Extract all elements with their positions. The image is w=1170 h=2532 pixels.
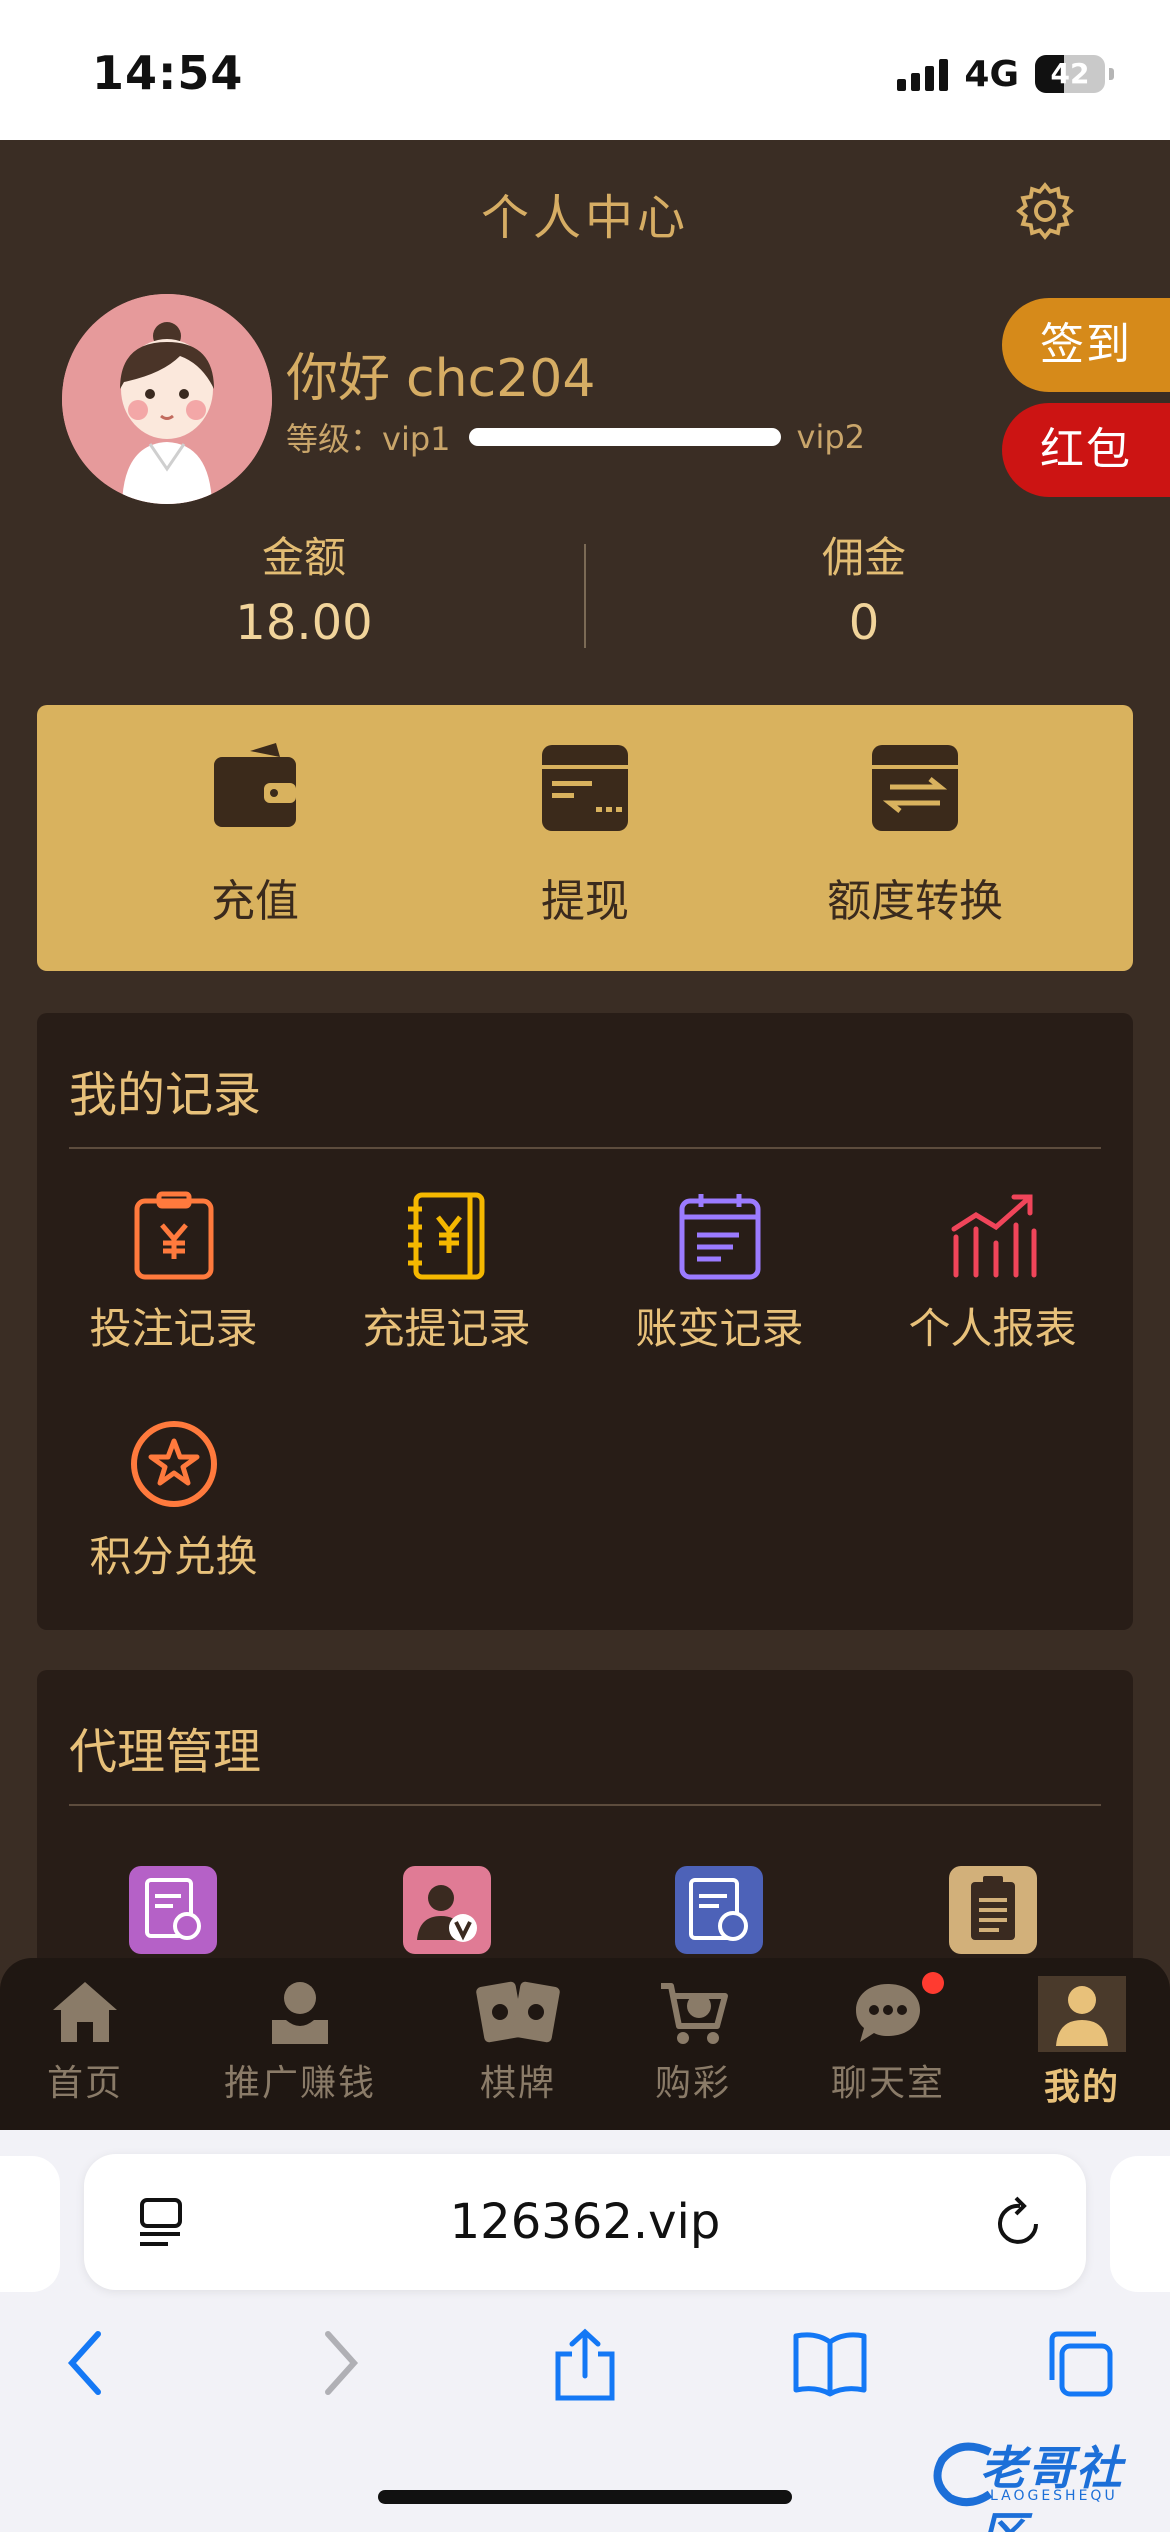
star-circle-icon xyxy=(130,1421,217,1507)
battery-level: 42 xyxy=(1050,57,1090,90)
battery-tip xyxy=(1109,68,1114,80)
home-indicator xyxy=(378,2490,792,2504)
record-label: 充提记录 xyxy=(362,1304,531,1353)
record-account-changes[interactable]: 账变记录 xyxy=(583,1191,856,1356)
forward-icon[interactable] xyxy=(320,2328,360,2398)
transfer-icon xyxy=(872,745,958,831)
share-icon[interactable] xyxy=(550,2328,620,2402)
tab-mine[interactable]: 我的 xyxy=(1022,1958,1142,2130)
record-bet-history[interactable]: 投注记录 xyxy=(37,1191,310,1356)
tabs-icon[interactable] xyxy=(1044,2328,1114,2398)
tab-home[interactable]: 首页 xyxy=(25,1958,145,2130)
record-label: 账变记录 xyxy=(635,1304,804,1353)
stat-value: 0 xyxy=(848,595,880,651)
wallet-icon xyxy=(214,743,296,827)
bottom-tab-bar: 首页 推广赚钱 棋牌 购彩 聊天室 我的 xyxy=(0,1958,1170,2130)
address-bar[interactable]: 126362.vip xyxy=(84,2154,1086,2290)
money-doc-icon[interactable] xyxy=(675,1866,763,1954)
vip-level: 等级：vip1 vip2 xyxy=(286,414,865,460)
tab-label: 我的 xyxy=(1043,2067,1120,2108)
tab-label: 聊天室 xyxy=(830,2063,945,2104)
stat-balance[interactable]: 金额 18.00 xyxy=(154,524,454,651)
username: chc204 xyxy=(406,349,596,409)
promote-icon xyxy=(272,1982,328,2044)
greeting-text: 你好 xyxy=(286,349,391,409)
stat-commission[interactable]: 佣金 0 xyxy=(714,524,1014,651)
record-personal-report[interactable]: 个人报表 xyxy=(856,1191,1129,1356)
greeting: 你好 chc204 xyxy=(286,336,595,411)
back-icon[interactable] xyxy=(66,2328,106,2398)
records-title: 我的记录 xyxy=(69,1067,262,1123)
divider xyxy=(69,1804,1101,1806)
tab-label: 棋牌 xyxy=(479,2063,556,2104)
signal-icon xyxy=(897,57,949,91)
tab-label: 推广赚钱 xyxy=(223,2063,376,2104)
record-label: 个人报表 xyxy=(908,1304,1077,1353)
vip-user-icon[interactable] xyxy=(403,1866,491,1954)
level-label: 等级：vip1 xyxy=(286,420,451,458)
calendar-list-icon xyxy=(679,1194,760,1280)
avatar[interactable] xyxy=(62,294,272,504)
quick-action-withdraw[interactable]: 提现 xyxy=(435,705,735,971)
tab-label: 首页 xyxy=(46,2063,123,2104)
quick-actions: 充值 提现 额度转换 xyxy=(37,705,1133,971)
stat-label: 金额 xyxy=(261,533,346,582)
bookmarks-icon[interactable] xyxy=(792,2328,868,2398)
tab-chatroom[interactable]: 聊天室 xyxy=(818,1958,958,2130)
chat-notification-dot xyxy=(922,1972,944,1994)
avatar-illustration xyxy=(62,294,272,504)
status-time: 14:54 xyxy=(92,46,244,100)
quick-action-label: 提现 xyxy=(541,876,629,927)
tab-promote[interactable]: 推广赚钱 xyxy=(210,1958,390,2130)
record-deposit-withdraw[interactable]: 充提记录 xyxy=(310,1191,583,1356)
network-type: 4G xyxy=(964,53,1019,95)
next-level-label: vip2 xyxy=(796,418,866,456)
battery-icon: 42 xyxy=(1035,55,1105,93)
records-card: 我的记录 投注记录 充提记录 账变记录 个人报表 积分兑换 xyxy=(37,1013,1133,1630)
stat-label: 佣金 xyxy=(821,533,906,582)
quick-action-label: 充值 xyxy=(211,876,299,927)
notebook-yen-icon xyxy=(407,1192,484,1280)
cards-icon xyxy=(476,1981,560,2043)
quick-action-transfer[interactable]: 额度转换 xyxy=(765,705,1065,971)
record-label: 积分兑换 xyxy=(89,1532,258,1581)
agent-title: 代理管理 xyxy=(69,1724,262,1780)
stats-divider xyxy=(584,544,586,648)
watermark-text: 老哥社区 xyxy=(980,2441,1124,2532)
previous-tab-card[interactable] xyxy=(0,2156,60,2292)
watermark-logo: 老哥社区 LAOGESHEQU xyxy=(930,2430,1150,2532)
report-doc-icon[interactable] xyxy=(949,1866,1037,1954)
status-bar: 14:54 4G 42 xyxy=(0,0,1170,140)
agent-card-icon[interactable] xyxy=(129,1866,217,1954)
record-points-exchange[interactable]: 积分兑换 xyxy=(37,1419,310,1584)
red-packet-button[interactable]: 红包 xyxy=(1002,403,1170,497)
page-title: 个人中心 xyxy=(480,190,689,246)
app-screen: 个人中心 你好 chc204 等级：vip1 vip2 签到 红包 金额 18.… xyxy=(0,140,1170,2130)
divider xyxy=(69,1147,1101,1149)
tab-label: 购彩 xyxy=(654,2063,731,2104)
next-tab-card[interactable] xyxy=(1110,2156,1170,2292)
cart-icon xyxy=(661,1983,728,2044)
gear-icon[interactable] xyxy=(1014,180,1076,242)
quick-action-label: 额度转换 xyxy=(827,876,1003,927)
home-icon xyxy=(53,1982,117,2042)
record-label: 投注记录 xyxy=(89,1304,258,1353)
level-progress-bar xyxy=(468,428,781,446)
active-tab-highlight xyxy=(1038,1976,1126,2052)
chat-icon xyxy=(856,1984,920,2042)
quick-action-recharge[interactable]: 充值 xyxy=(105,705,405,971)
user-icon xyxy=(1056,1986,1108,2046)
watermark-subtext: LAOGESHEQU xyxy=(990,2488,1118,2504)
tab-lottery[interactable]: 购彩 xyxy=(633,1958,753,2130)
card-icon xyxy=(542,745,628,831)
reload-icon[interactable] xyxy=(994,2194,1046,2250)
stat-value: 18.00 xyxy=(235,595,373,651)
sign-in-button[interactable]: 签到 xyxy=(1002,298,1170,392)
clipboard-yen-icon xyxy=(134,1191,213,1280)
url-text: 126362.vip xyxy=(449,2194,721,2250)
bar-chart-icon xyxy=(951,1194,1036,1278)
tab-cards[interactable]: 棋牌 xyxy=(458,1958,578,2130)
